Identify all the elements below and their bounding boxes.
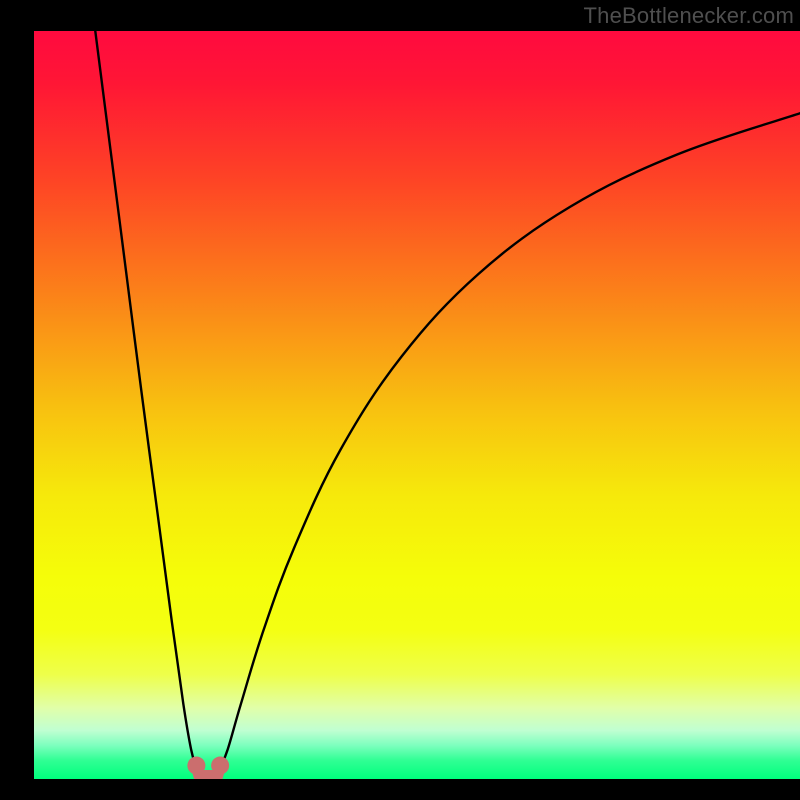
valley-marker-dot-2 [211,757,229,775]
watermark-text: TheBottlenecker.com [584,3,794,29]
chart-plot-area [34,31,800,779]
valley-marker-dot-1 [187,757,205,775]
chart-background-gradient [34,31,800,779]
chart-frame: TheBottlenecker.com [0,0,800,800]
